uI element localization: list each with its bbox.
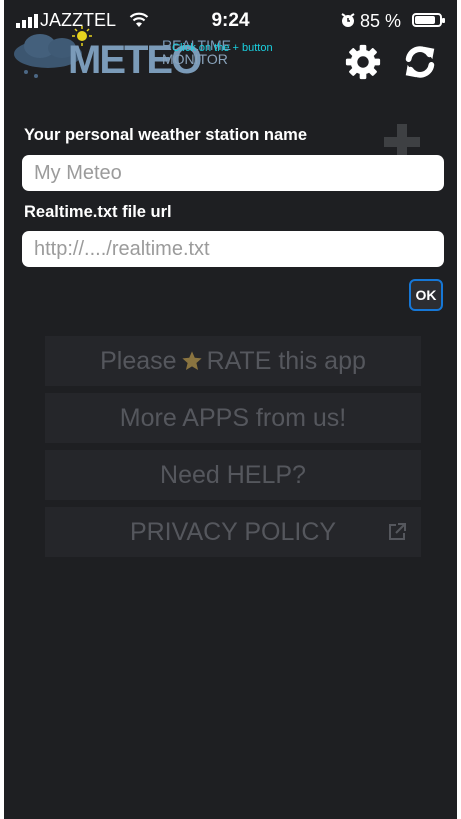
rate-app-prefix: Please xyxy=(100,346,177,375)
ok-button[interactable]: OK xyxy=(409,279,443,311)
file-url-input[interactable] xyxy=(22,231,444,267)
help-button[interactable]: Need HELP? xyxy=(45,450,421,500)
rate-app-button[interactable]: Please RATE this app xyxy=(45,336,421,386)
privacy-policy-button[interactable]: PRIVACY POLICY xyxy=(45,507,421,557)
app-screen: JAZZTEL 9:24 85 % METEO REALTIME MONITOR… xyxy=(4,0,457,819)
refresh-icon[interactable] xyxy=(401,43,439,81)
station-name-input[interactable] xyxy=(22,155,444,191)
battery-icon xyxy=(412,13,445,27)
privacy-policy-label: PRIVACY POLICY xyxy=(129,517,337,546)
help-label: Need HELP? xyxy=(160,460,306,489)
file-url-label: Realtime.txt file url xyxy=(24,203,172,221)
alarm-icon xyxy=(341,13,355,27)
star-icon xyxy=(181,351,202,370)
battery-fill xyxy=(415,16,436,24)
more-apps-button[interactable]: More APPS from us! xyxy=(45,393,421,443)
gear-icon[interactable] xyxy=(344,43,382,81)
rate-app-label: RATE this app xyxy=(206,346,366,375)
more-apps-label: More APPS from us! xyxy=(119,403,347,432)
logo-monitor-text: MONITOR xyxy=(162,51,228,67)
station-name-label: Your personal weather station name xyxy=(24,126,308,144)
app-logo: METEO REALTIME MONITOR xyxy=(12,24,322,84)
external-link-icon xyxy=(389,523,406,540)
hint-text: Click on the + button xyxy=(172,42,273,54)
battery-percentage: 85 % xyxy=(360,11,402,31)
